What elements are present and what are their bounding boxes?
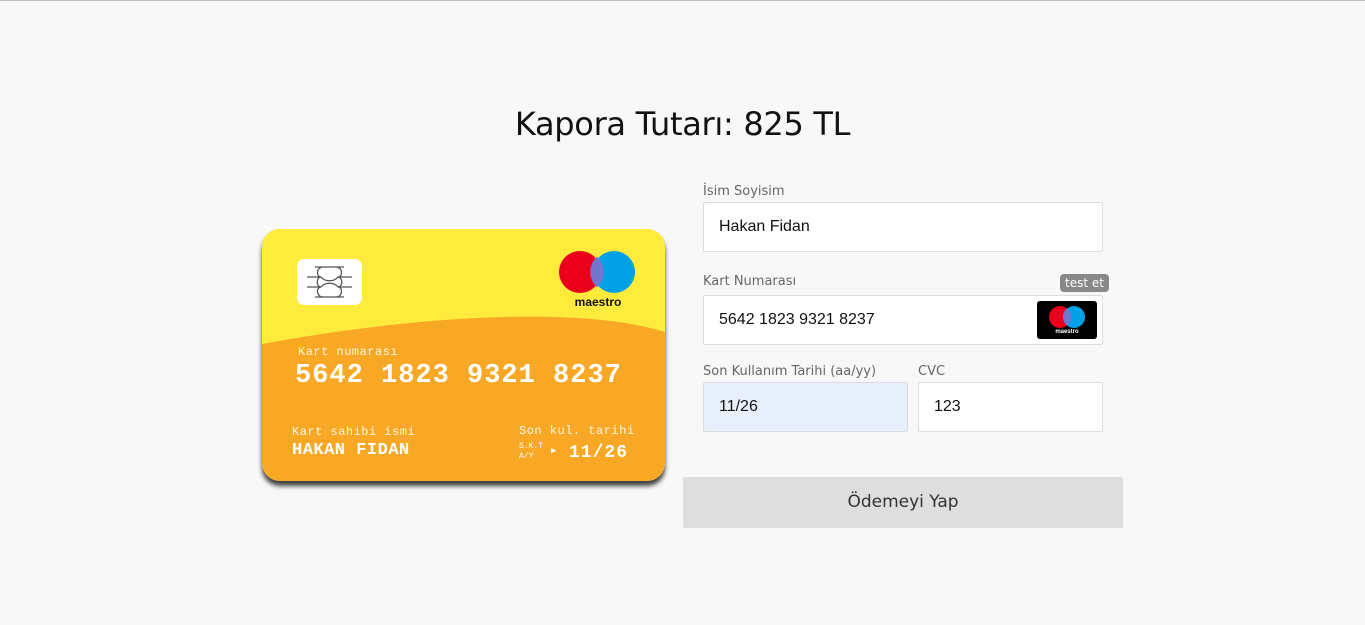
card-expiry-display: 11/26	[569, 443, 629, 463]
card-expiry-label: Son kul. tarihi	[519, 424, 635, 438]
card-number-display: 5642 1823 9321 8237	[295, 361, 622, 391]
expiry-arrow-icon: ▶	[551, 446, 557, 456]
pay-button[interactable]: Ödemeyi Yap	[683, 477, 1123, 528]
cvc-input[interactable]: 123	[918, 382, 1103, 432]
card-brand-text: maestro	[574, 295, 622, 309]
card-holder-label: Kart sahibi ismi	[292, 425, 416, 439]
cvc-label: CVC	[918, 364, 946, 379]
card-expiry-caption-line2: A/Y	[519, 452, 534, 461]
credit-card-preview: maestro Kart numarası 5642 1823 9321 823…	[262, 229, 665, 481]
card-expiry-caption-line1: S.K.T	[519, 442, 544, 451]
card-holder-display: HAKAN FIDAN	[292, 441, 410, 460]
card-number-field-label: Kart Numarası	[703, 274, 797, 289]
test-button[interactable]: test et	[1060, 274, 1109, 292]
maestro-logo-icon: maestro	[558, 247, 638, 312]
maestro-small-icon: maestro	[1037, 301, 1097, 339]
card-expiry-caption: S.K.T A/Y	[519, 442, 543, 462]
chip-icon	[297, 259, 362, 305]
small-logo-brand-text: maestro	[1055, 329, 1079, 335]
card-number-input-value: 5642 1823 9321 8237	[719, 311, 875, 328]
expiry-label: Son Kullanım Tarihi (aa/yy)	[703, 364, 877, 379]
page-title: Kapora Tutarı: 825 TL	[514, 105, 851, 143]
expiry-input[interactable]: 11/26	[703, 382, 908, 432]
name-input[interactable]: Hakan Fidan	[703, 202, 1103, 252]
name-label: İsim Soyisim	[703, 184, 785, 199]
card-number-label: Kart numarası	[298, 345, 399, 359]
